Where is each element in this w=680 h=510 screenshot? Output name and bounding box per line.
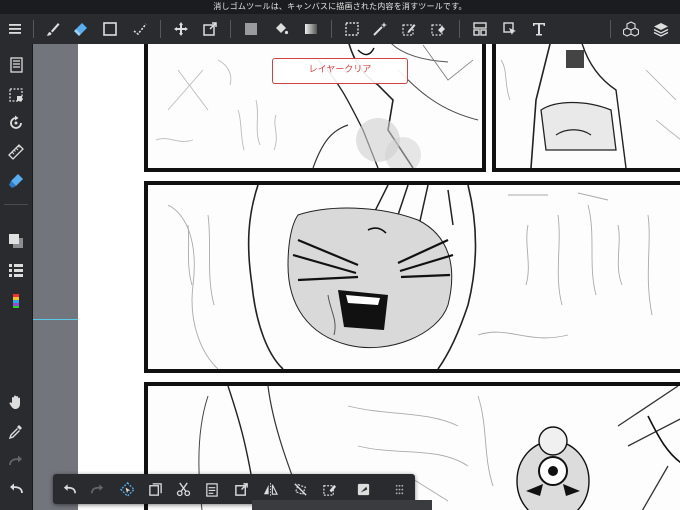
manga-panel-top-right[interactable] [492, 44, 680, 172]
redo-icon[interactable] [0, 448, 32, 474]
select-transform-icon[interactable] [113, 474, 141, 504]
pointer-tool-icon[interactable] [497, 14, 523, 44]
text-icon[interactable] [526, 14, 552, 44]
redo-icon[interactable] [83, 474, 111, 504]
brush-icon[interactable] [40, 14, 66, 44]
rotate-icon[interactable] [0, 110, 32, 136]
ruler-icon[interactable] [0, 139, 32, 165]
canvas-area[interactable] [33, 44, 680, 510]
panel-tool-icon[interactable] [467, 14, 493, 44]
paste-icon[interactable] [197, 474, 225, 504]
layer-list-icon[interactable] [0, 257, 32, 283]
line-icon[interactable] [127, 14, 153, 44]
selection-eraser-icon[interactable] [425, 14, 451, 44]
duplicate-icon[interactable] [141, 474, 169, 504]
hand-icon[interactable] [0, 389, 32, 415]
transform-icon[interactable] [197, 14, 223, 44]
bottom-hint [252, 500, 432, 510]
select-all-icon[interactable] [0, 82, 32, 108]
tool-tip-bar: 消しゴムツールは、キャンバスに描画された内容を消すツールです。 [0, 0, 680, 14]
guide-line [33, 319, 78, 320]
cut-icon[interactable] [169, 474, 197, 504]
tool-tip-text: 消しゴムツールは、キャンバスに描画された内容を消すツールです。 [213, 2, 467, 11]
color-palette-icon[interactable] [0, 288, 32, 314]
color-squares-icon[interactable] [0, 228, 32, 254]
selection-rect-icon[interactable] [339, 14, 365, 44]
page-manager-icon[interactable] [0, 52, 32, 78]
selection-pen-icon[interactable] [396, 14, 422, 44]
rectangle-icon[interactable] [97, 14, 123, 44]
eraser-icon[interactable] [68, 14, 94, 44]
fill-color-icon[interactable] [238, 14, 264, 44]
eyedropper-icon[interactable] [0, 418, 32, 444]
top-toolbar [0, 14, 680, 45]
bucket-icon[interactable] [268, 14, 294, 44]
layer-clear-label: レイヤークリア [308, 65, 372, 75]
layers-icon[interactable] [648, 14, 674, 44]
manga-page[interactable] [78, 44, 680, 510]
manga-panel-middle[interactable] [144, 181, 680, 373]
transform-icon[interactable] [227, 474, 255, 504]
left-sidebar [0, 44, 33, 510]
magic-wand-icon[interactable] [367, 14, 393, 44]
materials-icon[interactable] [618, 14, 644, 44]
gradient-icon[interactable] [298, 14, 324, 44]
menu-icon[interactable] [2, 14, 28, 44]
undo-icon[interactable] [0, 476, 32, 502]
highlighter-icon[interactable] [0, 168, 32, 194]
layer-clear-button[interactable]: レイヤークリア [272, 58, 408, 84]
panel-art-middle [167, 185, 653, 369]
undo-icon[interactable] [55, 474, 83, 504]
move-icon[interactable] [168, 14, 194, 44]
panel-art-top-right [500, 44, 680, 168]
